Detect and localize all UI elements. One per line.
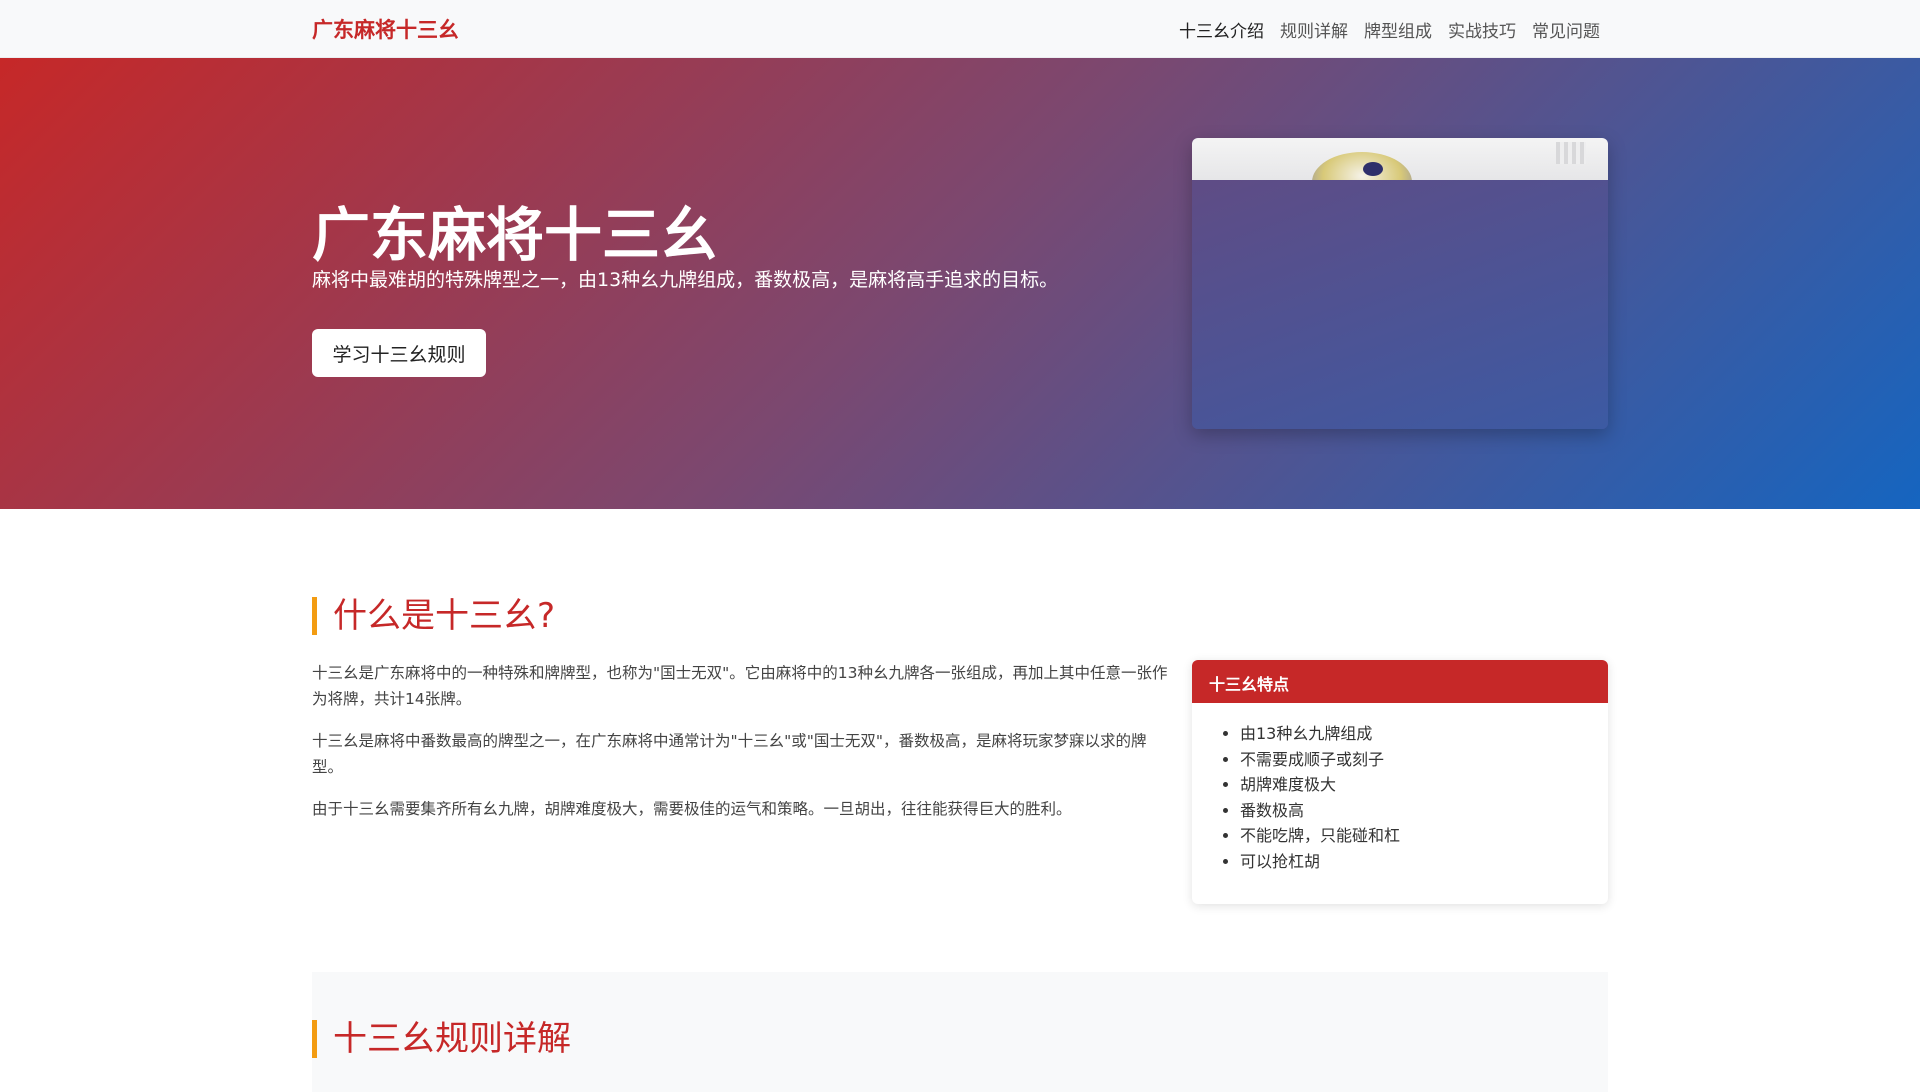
intro-text: 十三幺是广东麻将中的一种特殊和牌牌型，也称为"国士无双"。它由麻将中的13种幺九… [312,660,1172,838]
hero-image-overlay [1192,180,1608,429]
feature-item: 可以抢杠胡 [1240,849,1608,875]
intro-paragraph-1: 十三幺是广东麻将中的一种特殊和牌牌型，也称为"国士无双"。它由麻将中的13种幺九… [312,664,1168,708]
intro-paragraph-2: 十三幺是麻将中番数最高的牌型之一，在广东麻将中通常计为"十三幺"或"国士无双"，… [312,732,1147,776]
rules-heading: 十三幺规则详解 [312,1020,571,1058]
features-list: 由13种幺九牌组成 不需要成顺子或刻子 胡牌难度极大 番数极高 不能吃牌，只能碰… [1192,703,1608,875]
nav-link-rules[interactable]: 规则详解 [1280,17,1348,42]
nav-link-faq[interactable]: 常见问题 [1532,17,1600,42]
intro-paragraph-3: 由于十三幺需要集齐所有幺九牌，胡牌难度极大，需要极佳的运气和策略。一旦胡出，往往… [312,800,1072,818]
hero-image [1192,138,1608,212]
nav-link-composition[interactable]: 牌型组成 [1364,17,1432,42]
background-post [1556,142,1586,164]
learn-rules-button[interactable]: 学习十三幺规则 [312,329,486,377]
nav-link-intro[interactable]: 十三幺介绍 [1179,17,1264,42]
nav-link-tips[interactable]: 实战技巧 [1448,17,1516,42]
hero-banner: 广东麻将十三幺 麻将中最难胡的特殊牌型之一，由13种幺九牌组成，番数极高，是麻将… [0,58,1920,509]
features-card-header: 十三幺特点 [1192,660,1608,703]
hero-title: 广东麻将十三幺 [312,201,719,269]
ball-logo-mark [1363,162,1383,176]
feature-item: 不能吃牌，只能碰和杠 [1240,823,1608,849]
top-navbar: 广东麻将十三幺 十三幺介绍 规则详解 牌型组成 实战技巧 常见问题 [0,0,1920,58]
intro-heading: 什么是十三幺? [312,597,555,635]
features-card: 十三幺特点 由13种幺九牌组成 不需要成顺子或刻子 胡牌难度极大 番数极高 不能… [1192,660,1608,904]
hero-image-card [1192,138,1608,429]
brand-logo-link[interactable]: 广东麻将十三幺 [312,14,459,44]
feature-item: 胡牌难度极大 [1240,772,1608,798]
hero-subtitle: 麻将中最难胡的特殊牌型之一，由13种幺九牌组成，番数极高，是麻将高手追求的目标。 [312,269,1059,291]
nav-links: 十三幺介绍 规则详解 牌型组成 实战技巧 常见问题 [1179,17,1600,42]
feature-item: 不需要成顺子或刻子 [1240,747,1608,773]
feature-item: 番数极高 [1240,798,1608,824]
feature-item: 由13种幺九牌组成 [1240,721,1608,747]
